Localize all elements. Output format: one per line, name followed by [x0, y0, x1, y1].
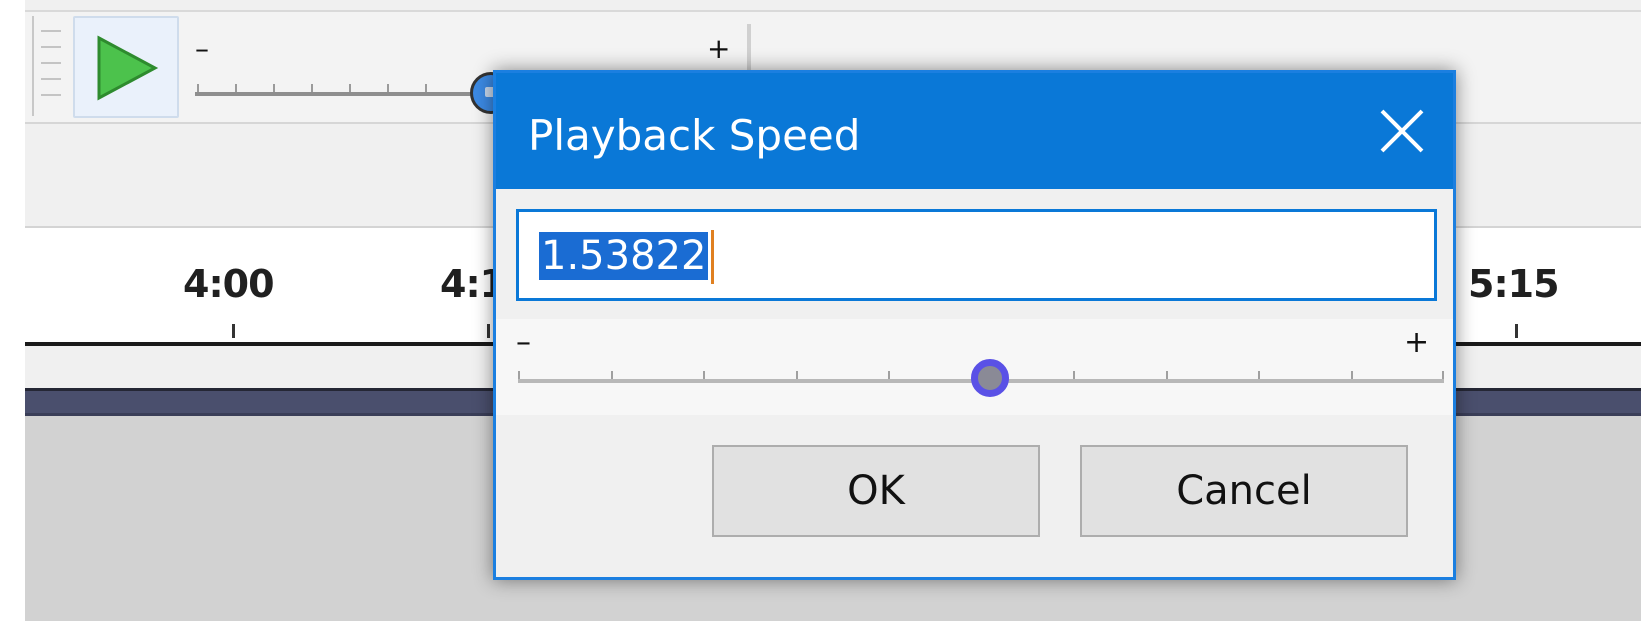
slider-tick [1258, 371, 1260, 379]
dialog-title: Playback Speed [528, 111, 861, 160]
cancel-button[interactable]: Cancel [1080, 445, 1408, 537]
slider-tick [703, 371, 705, 379]
slider-track[interactable] [195, 92, 495, 96]
ruler-tick [232, 324, 235, 338]
toolbar-grip[interactable] [32, 16, 66, 116]
play-at-speed-button[interactable] [73, 16, 179, 118]
slider-tick [387, 84, 389, 92]
ok-button[interactable]: OK [712, 445, 1040, 537]
close-icon [1380, 109, 1424, 153]
slider-tick [1073, 371, 1075, 379]
play-icon [97, 35, 159, 101]
ruler-label: 5:15 [1468, 262, 1560, 306]
slider-tick [311, 84, 313, 92]
slider-tick [273, 84, 275, 92]
slider-thumb[interactable] [971, 359, 1010, 397]
slider-plus-label: + [1404, 325, 1430, 360]
slider-tick [1166, 371, 1168, 379]
slider-plus-label: + [707, 32, 731, 65]
slider-tick [796, 371, 798, 379]
slider-tick [1442, 371, 1444, 379]
slider-tick [235, 84, 237, 92]
slider-tick [1351, 371, 1353, 379]
slider-tick [197, 84, 199, 92]
slider-tick [349, 84, 351, 92]
slider-minus-label: – [195, 32, 209, 65]
ruler-label: 4:00 [183, 262, 275, 306]
slider-minus-label: – [516, 325, 531, 360]
playback-speed-dialog: Playback Speed 1.53822 – + OK Cancel [493, 70, 1456, 580]
speed-value-input[interactable]: 1.53822 [516, 209, 1437, 301]
slider-tick [888, 371, 890, 379]
ruler-tick [487, 324, 490, 338]
dialog-title-bar[interactable]: Playback Speed [496, 73, 1453, 189]
slider-tick [611, 371, 613, 379]
ruler-tick [1515, 324, 1518, 338]
speed-value-text: 1.53822 [539, 232, 709, 280]
text-caret [711, 230, 714, 284]
slider-tick [425, 84, 427, 92]
speed-slider[interactable]: – + [496, 319, 1453, 415]
slider-tick [518, 371, 520, 379]
close-button[interactable] [1372, 101, 1432, 161]
